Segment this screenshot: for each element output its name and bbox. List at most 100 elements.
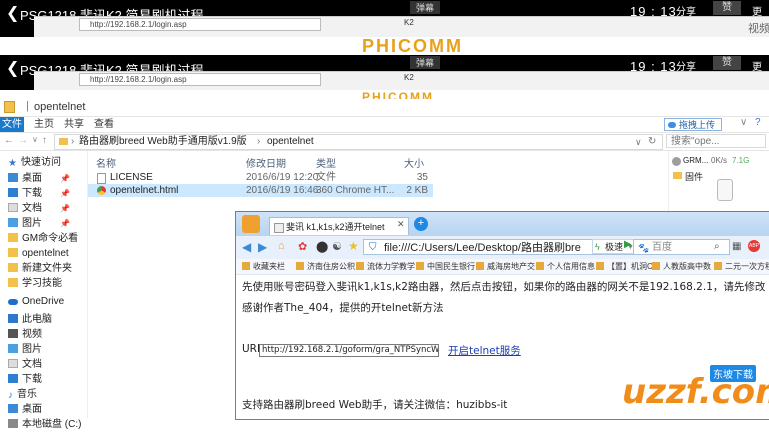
nav-folder-opentelnet[interactable]: opentelnet: [0, 246, 86, 261]
video-overlay-top: ❮ PSG1218 斐讯K2 简易刷机过程 弹幕 19 : 13 分享 赞 更多…: [0, 0, 769, 37]
star-icon: ★: [8, 158, 17, 169]
favorite-item[interactable]: 中国民生银行: [416, 259, 475, 274]
speed-label: 极速: [605, 242, 624, 252]
column-name[interactable]: 名称: [96, 155, 116, 170]
addon-icon[interactable]: ⬤: [316, 240, 328, 253]
grid-icon[interactable]: ▦: [732, 241, 741, 252]
like-button[interactable]: 赞: [713, 56, 741, 70]
tab-home[interactable]: 主页: [34, 117, 54, 132]
file-row[interactable]: opentelnet.html 2016/6/19 16:46 360 Chro…: [88, 184, 433, 197]
open-telnet-link[interactable]: 开启telnet服务: [448, 343, 521, 358]
document-icon: [8, 359, 18, 368]
addon-icon[interactable]: ☯: [332, 240, 342, 253]
download-icon: [8, 374, 18, 383]
go-icon[interactable]: ▶: [624, 239, 632, 250]
column-type[interactable]: 类型: [316, 155, 336, 170]
nav-label: 文档: [22, 359, 42, 370]
recent-dropdown-icon[interactable]: ∨: [32, 135, 38, 144]
nav-label: 此电脑: [22, 314, 52, 325]
favorite-item[interactable]: 个人信用信息: [536, 259, 595, 274]
favorite-item[interactable]: 威海房地产交: [476, 259, 535, 274]
close-tab-icon[interactable]: ✕: [397, 219, 405, 230]
help-icon[interactable]: ?: [755, 117, 761, 128]
nav-label: 本地磁盘 (C:): [22, 419, 82, 430]
nav-label: 下载: [22, 188, 42, 199]
folder-icon: [4, 101, 15, 113]
nav-desktop[interactable]: 桌面 📌: [0, 171, 86, 186]
address-row: ← → ∨ ↑ › 路由器刷breed Web助手通用版v1.9版 › open…: [0, 133, 769, 151]
breadcrumb-item[interactable]: 路由器刷breed Web助手通用版v1.9版: [79, 135, 247, 149]
nav-folder-new[interactable]: 新建文件夹: [0, 261, 86, 276]
embedded-tab: K2: [404, 18, 414, 27]
nav-drive-c[interactable]: 本地磁盘 (C:): [0, 417, 86, 432]
danmu-button[interactable]: 弹幕: [410, 56, 441, 69]
nav-label: 桌面: [22, 173, 42, 184]
column-date[interactable]: 修改日期: [246, 155, 286, 170]
back-icon[interactable]: ❮: [6, 61, 19, 77]
nav-pc-downloads[interactable]: 下载: [0, 372, 86, 387]
search-icon[interactable]: ⌕: [714, 241, 720, 252]
nav-music[interactable]: ♪ 音乐: [0, 387, 86, 402]
addon-icon[interactable]: ✿: [298, 240, 307, 253]
forward-icon[interactable]: ▶: [258, 240, 267, 254]
nav-label: 音乐: [17, 389, 37, 400]
address-dropdown-icon[interactable]: ∨: [635, 135, 642, 149]
adblock-icon[interactable]: ABP: [748, 240, 760, 252]
nav-quick-access[interactable]: ★ 快速访问: [0, 155, 86, 170]
back-arrow-icon[interactable]: ←: [4, 135, 14, 146]
refresh-icon[interactable]: ↻: [648, 135, 656, 149]
nav-folder-gm[interactable]: GM命令必看: [0, 231, 86, 246]
tab-file[interactable]: 文件: [0, 117, 24, 132]
favorite-item[interactable]: 济南住房公积: [296, 259, 355, 274]
address-bar[interactable]: › 路由器刷breed Web助手通用版v1.9版 › opentelnet ∨…: [54, 134, 663, 150]
browser-tab[interactable]: 斐讯 k1,k1s,k2通开telnet: [269, 217, 409, 235]
up-arrow-icon[interactable]: ↑: [42, 135, 47, 146]
tab-share[interactable]: 共享: [64, 117, 84, 132]
nav-videos[interactable]: 视频: [0, 327, 86, 342]
column-size[interactable]: 大小: [404, 155, 424, 170]
picture-icon: [8, 344, 18, 353]
nav-pc-pictures[interactable]: 图片: [0, 342, 86, 357]
like-button[interactable]: 赞: [713, 1, 741, 15]
favorite-item[interactable]: 二元一次方程: [714, 259, 769, 274]
favorite-item[interactable]: 收藏夹栏: [242, 259, 285, 274]
search-placeholder: 百度: [652, 242, 672, 253]
nav-downloads[interactable]: 下载 📌: [0, 186, 86, 201]
nav-this-pc[interactable]: 此电脑: [0, 312, 86, 327]
nav-folder-skills[interactable]: 学习技能: [0, 276, 86, 291]
browser-tabstrip: 斐讯 k1,k1s,k2通开telnet ✕ +: [236, 212, 769, 236]
upload-button[interactable]: 拖拽上传: [664, 118, 722, 131]
phicomm-logo: PHICOMM: [362, 36, 463, 56]
url-input[interactable]: http://192.168.2.1/goform/gra_NTPSyncWit…: [259, 344, 439, 357]
favorite-label: 个人信用信息: [547, 262, 595, 271]
folder-icon: [8, 278, 18, 287]
thanks-text: 感谢作者The_404，提供的开telnet新方法: [242, 302, 444, 314]
favorite-item[interactable]: 流体力学教学: [356, 259, 415, 274]
new-tab-icon[interactable]: +: [414, 217, 428, 231]
nav-documents[interactable]: 文档 📌: [0, 201, 86, 216]
back-icon[interactable]: ◀: [242, 240, 251, 254]
nav-pc-desktop[interactable]: 桌面: [0, 402, 86, 417]
page-icon: [274, 223, 284, 233]
embedded-browser-strip: http://192.168.2.1/login.asp K2: [34, 71, 769, 90]
footer-text: 支持路由器刷breed Web助手，请关注微信：huzibbs-it: [242, 399, 508, 411]
embedded-url: http://192.168.2.1/login.asp: [79, 73, 321, 86]
addon-icon[interactable]: ★: [348, 239, 359, 253]
favorite-item[interactable]: 【置】机洞C: [596, 259, 653, 274]
favorite-label: 中国民生银行: [427, 262, 475, 271]
danmu-button[interactable]: 弹幕: [410, 1, 441, 14]
nav-pc-documents[interactable]: 文档: [0, 357, 86, 372]
address-text: file:///C:/Users/Lee/Desktop/路由器刷bre: [384, 242, 581, 254]
home-icon[interactable]: ⌂: [278, 240, 285, 252]
favorite-label: 威海房地产交: [487, 262, 535, 271]
search-input[interactable]: 搜索"ope...: [666, 134, 766, 148]
nav-onedrive[interactable]: OneDrive: [0, 294, 86, 309]
back-icon[interactable]: ❮: [6, 6, 19, 22]
expand-ribbon-icon[interactable]: ∨: [740, 117, 747, 128]
breadcrumb-item[interactable]: opentelnet: [267, 135, 314, 149]
file-row[interactable]: LICENSE 2016/6/19 12:20 文件 35 KB: [88, 171, 433, 196]
nav-pictures[interactable]: 图片 📌: [0, 216, 86, 231]
forward-arrow-icon[interactable]: →: [18, 135, 28, 146]
favorite-item[interactable]: 人教版高中数: [652, 259, 711, 274]
tab-view[interactable]: 查看: [94, 117, 114, 132]
